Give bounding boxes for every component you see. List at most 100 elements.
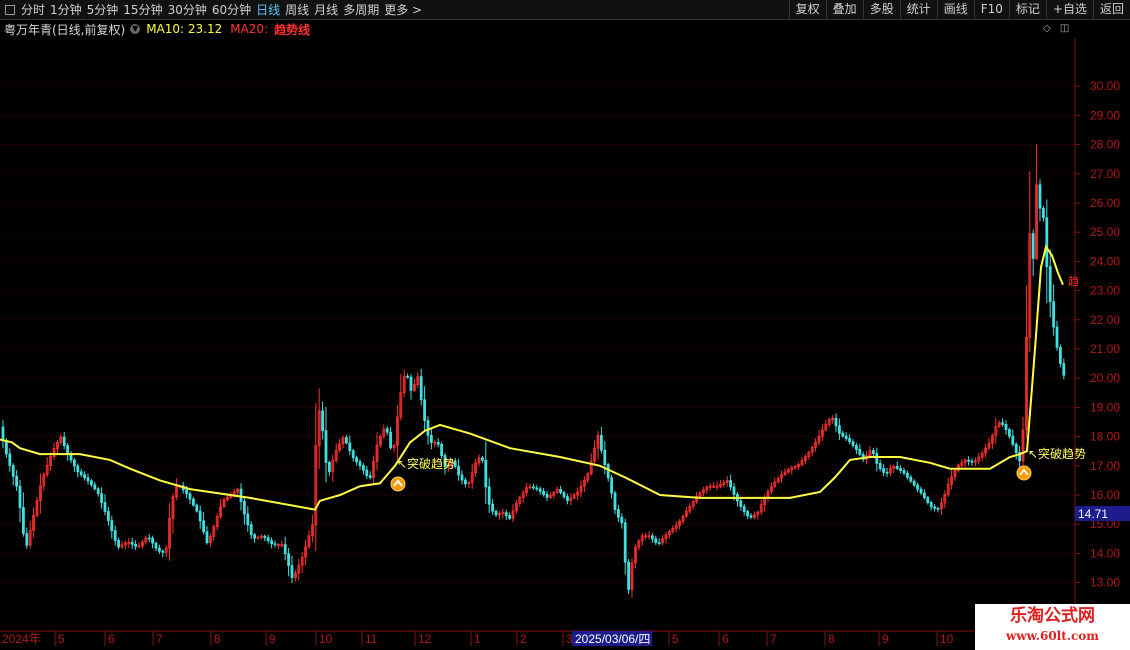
candle — [100, 487, 103, 509]
candle — [671, 525, 675, 534]
candle — [491, 499, 495, 515]
candle-body — [290, 565, 294, 578]
candle — [793, 465, 797, 470]
candle-body — [239, 488, 243, 502]
candle — [276, 542, 280, 550]
candle — [11, 463, 15, 486]
candle-body — [263, 535, 267, 539]
candle-body — [1062, 363, 1066, 376]
candle-body — [923, 492, 926, 498]
candle — [39, 472, 42, 514]
candle — [21, 492, 25, 537]
candle-body — [562, 492, 566, 497]
candle — [334, 443, 338, 464]
candle — [144, 535, 148, 545]
candle — [627, 558, 630, 594]
candle — [525, 482, 528, 497]
candle — [885, 467, 889, 477]
x-tick-label-4: 8 — [214, 632, 221, 646]
candle-body — [1052, 301, 1055, 328]
candle — [484, 441, 488, 504]
candle — [654, 535, 658, 545]
candle — [508, 512, 512, 521]
candle-body — [134, 543, 138, 547]
candle — [848, 434, 851, 445]
candle-body — [348, 442, 352, 452]
candle — [310, 514, 314, 543]
candle — [90, 478, 93, 488]
y-tick-label-19: 19.00 — [1090, 400, 1120, 414]
y-tick-label-14: 14.00 — [1090, 546, 1120, 560]
candle — [933, 504, 936, 512]
candle — [365, 465, 369, 479]
candle — [83, 471, 86, 481]
x-axis: 2024年56789101112123456789102025/03/06/四 — [2, 631, 954, 646]
candle — [1045, 199, 1049, 304]
x-tick-label-17: 9 — [882, 632, 889, 646]
candle-body — [906, 472, 909, 478]
candle-body — [895, 466, 899, 469]
candle — [1018, 445, 1021, 468]
candle-body — [110, 520, 114, 531]
x-tick-label-11: 3 — [566, 632, 573, 646]
candle — [708, 483, 712, 491]
candle — [926, 495, 930, 505]
candle-body — [480, 457, 484, 461]
candle-body — [270, 540, 274, 545]
candle — [722, 480, 726, 488]
candle-body — [603, 449, 607, 465]
candle-body — [198, 510, 202, 522]
candle — [137, 542, 141, 548]
candle-body — [287, 553, 291, 567]
candle-body — [916, 484, 919, 490]
y-tick-label-16: 16.00 — [1090, 488, 1120, 502]
candle-body — [545, 493, 549, 498]
candle — [395, 405, 399, 460]
candle — [817, 430, 821, 446]
candle — [188, 491, 192, 505]
candle — [749, 513, 753, 520]
candle-body — [21, 507, 25, 534]
candle-body — [885, 471, 889, 474]
candle-body — [739, 500, 743, 507]
candle — [759, 499, 763, 515]
candle — [474, 458, 478, 477]
candle — [902, 467, 906, 476]
candle-body — [1038, 184, 1042, 209]
kline-chart[interactable]: ↖突破趋势↖突破趋势 13.0014.0015.0016.0017.0018.0… — [0, 0, 1130, 650]
candle — [906, 470, 909, 480]
candle-body — [283, 544, 287, 555]
y-tick-label-13: 13.00 — [1090, 576, 1120, 590]
candle — [59, 433, 63, 445]
candle-body — [535, 487, 539, 490]
candle — [831, 415, 834, 424]
candle — [385, 425, 389, 436]
candle — [171, 493, 175, 534]
candle — [555, 486, 559, 494]
candle — [416, 371, 420, 388]
x-tick-label-18: 10 — [940, 632, 954, 646]
candle — [892, 464, 896, 473]
candle — [620, 513, 624, 529]
candle-body — [929, 502, 933, 508]
candle — [596, 430, 600, 460]
candle — [994, 418, 998, 444]
candle-body — [86, 477, 90, 482]
candle — [661, 535, 664, 546]
candle — [487, 478, 491, 513]
candle-body — [188, 493, 192, 500]
candle — [419, 368, 423, 406]
candle — [107, 506, 110, 526]
candle-body — [559, 489, 562, 494]
candle — [164, 545, 168, 557]
candle — [974, 457, 977, 467]
candle — [1001, 418, 1004, 427]
candle-body — [327, 462, 331, 472]
y-tick-label-26: 26.00 — [1090, 196, 1120, 210]
candle — [681, 514, 685, 525]
x-tick-label-8: 12 — [418, 632, 432, 646]
candle — [715, 481, 719, 491]
candle-body — [246, 513, 250, 526]
candle-body — [79, 471, 83, 476]
candle-body — [11, 465, 15, 477]
